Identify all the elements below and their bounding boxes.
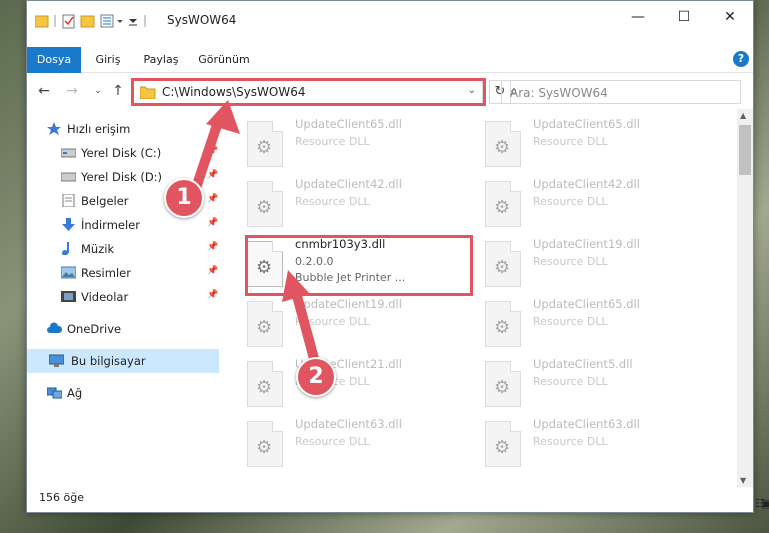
gear-icon: ⚙ xyxy=(494,317,511,338)
file-item[interactable]: ⚙ UpdateClient42.dll Resource DLL xyxy=(247,177,467,235)
back-button[interactable]: ← xyxy=(35,81,53,101)
pin-icon[interactable]: 📌 xyxy=(207,266,218,276)
star-icon xyxy=(47,122,61,135)
gear-icon: ⚙ xyxy=(494,137,511,158)
ribbon: Dosya Giriş Paylaş Görünüm ? xyxy=(27,47,753,73)
gear-icon: ⚙ xyxy=(256,317,273,338)
dll-file-icon: ⚙ xyxy=(485,361,521,407)
gear-icon: ⚙ xyxy=(256,257,273,278)
gear-icon: ⚙ xyxy=(256,137,273,158)
dll-file-icon: ⚙ xyxy=(485,121,521,167)
help-button[interactable]: ? xyxy=(733,51,749,67)
pictures-icon xyxy=(61,266,76,279)
sidebar-item-quick-access[interactable]: Hızlı erişim xyxy=(47,117,217,141)
step-badge-1: 1 xyxy=(164,178,204,218)
tab-home[interactable]: Giriş xyxy=(85,47,131,73)
search-icon: ⌕ xyxy=(510,84,518,99)
dll-file-icon: ⚙ xyxy=(247,241,283,287)
minimize-button[interactable]: — xyxy=(615,1,661,33)
dll-file-icon: ⚙ xyxy=(247,181,283,227)
drive-icon xyxy=(61,172,76,182)
pin-icon[interactable]: 📌 xyxy=(207,290,218,300)
up-button[interactable]: ↑ xyxy=(109,81,127,101)
pin-icon[interactable]: 📌 xyxy=(207,146,218,156)
item-count: 156 öğe xyxy=(39,491,84,504)
file-item-highlighted[interactable]: ⚙ cnmbr103y3.dll 0.2.0.0 Bubble Jet Prin… xyxy=(247,237,467,295)
sidebar-item-pictures[interactable]: Resimler xyxy=(61,261,211,285)
dll-file-icon: ⚙ xyxy=(247,421,283,467)
file-list: ⚙ UpdateClient65.dll Resource DLL ⚙ Upda… xyxy=(223,109,735,481)
quick-access-toolbar[interactable] xyxy=(35,13,155,29)
network-icon xyxy=(47,387,62,399)
close-button[interactable]: ✕ xyxy=(707,1,753,33)
pin-icon[interactable]: 📌 xyxy=(207,194,218,204)
file-item[interactable]: ⚙ UpdateClient65.dll Resource DLL xyxy=(247,117,467,175)
music-icon xyxy=(62,242,69,255)
gear-icon: ⚙ xyxy=(494,197,511,218)
dll-file-icon: ⚙ xyxy=(485,241,521,287)
gear-icon: ⚙ xyxy=(256,197,273,218)
maximize-button[interactable]: ☐ xyxy=(661,1,707,33)
computer-icon xyxy=(49,354,64,367)
chevron-down-icon[interactable]: ⌄ xyxy=(468,85,476,96)
scroll-down-icon[interactable]: ▼ xyxy=(740,476,746,485)
file-item[interactable]: ⚙ UpdateClient65.dll Resource DLL xyxy=(485,117,705,175)
gear-icon: ⚙ xyxy=(256,377,273,398)
gear-icon: ⚙ xyxy=(256,437,273,458)
dll-file-icon: ⚙ xyxy=(485,421,521,467)
videos-icon xyxy=(61,291,76,302)
folder-icon xyxy=(140,86,156,99)
title-bar: SysWOW64 — ☐ ✕ xyxy=(27,1,753,37)
large-icons-view-icon[interactable]: ▣ xyxy=(761,497,769,510)
sidebar-item-this-pc[interactable]: Bu bilgisayar xyxy=(27,349,219,373)
file-item[interactable]: ⚙ UpdateClient19.dll Resource DLL xyxy=(247,297,467,355)
sidebar-item-music[interactable]: Müzik xyxy=(61,237,211,261)
gear-icon: ⚙ xyxy=(494,377,511,398)
pin-icon[interactable]: 📌 xyxy=(207,242,218,252)
window-title: SysWOW64 xyxy=(167,13,237,27)
dll-file-icon: ⚙ xyxy=(247,121,283,167)
sidebar-item-videos[interactable]: Videolar xyxy=(61,285,211,309)
file-item[interactable]: ⚙ UpdateClient21.dll Resource DLL xyxy=(247,357,467,415)
tab-file[interactable]: Dosya xyxy=(27,47,81,73)
file-item[interactable]: ⚙ UpdateClient63.dll Resource DLL xyxy=(247,417,467,475)
explorer-window: SysWOW64 — ☐ ✕ Dosya Giriş Paylaş Görünü… xyxy=(26,0,769,513)
pin-icon[interactable]: 📌 xyxy=(207,170,218,180)
sidebar-item-onedrive[interactable]: OneDrive xyxy=(47,317,217,341)
vertical-scrollbar[interactable]: ▲ ▼ xyxy=(737,109,753,487)
tab-share[interactable]: Paylaş xyxy=(135,47,187,73)
file-item[interactable]: ⚙ UpdateClient65.dll Resource DLL xyxy=(485,297,705,355)
search-input[interactable]: Ara: SysWOW64 ⌕ xyxy=(501,80,741,104)
file-item[interactable]: ⚙ UpdateClient19.dll Resource DLL xyxy=(485,237,705,295)
file-item[interactable]: ⚙ UpdateClient5.dll Resource DLL xyxy=(485,357,705,415)
gear-icon: ⚙ xyxy=(494,437,511,458)
documents-icon xyxy=(62,194,75,207)
drive-icon xyxy=(61,148,76,158)
file-item[interactable]: ⚙ UpdateClient63.dll Resource DLL xyxy=(485,417,705,475)
dll-file-icon: ⚙ xyxy=(247,361,283,407)
recent-dropdown-button[interactable]: ⌄ xyxy=(89,81,107,101)
sidebar-item-network[interactable]: Ağ xyxy=(47,381,217,405)
step-badge-2: 2 xyxy=(296,357,336,397)
forward-button[interactable]: → xyxy=(63,81,81,101)
dll-file-icon: ⚙ xyxy=(485,181,521,227)
dll-file-icon: ⚙ xyxy=(485,301,521,347)
address-bar[interactable]: C:\Windows\SysWOW64 ⌄ xyxy=(133,80,483,104)
tab-view[interactable]: Görünüm xyxy=(193,47,255,73)
file-item[interactable]: ⚙ UpdateClient42.dll Resource DLL xyxy=(485,177,705,235)
gear-icon: ⚙ xyxy=(494,257,511,278)
scroll-up-icon[interactable]: ▲ xyxy=(740,111,746,120)
navigation-bar: ← → ⌄ ↑ C:\Windows\SysWOW64 ⌄ ↻ Ara: Sys… xyxy=(27,77,753,106)
download-icon xyxy=(62,218,75,231)
scrollbar-thumb[interactable] xyxy=(739,125,751,175)
status-bar: 156 öğe ☷ ▣ xyxy=(27,485,769,513)
sidebar-item-local-disk-c[interactable]: Yerel Disk (C:) xyxy=(61,141,211,165)
pin-icon[interactable]: 📌 xyxy=(207,218,218,228)
dll-file-icon: ⚙ xyxy=(247,301,283,347)
address-path: C:\Windows\SysWOW64 xyxy=(162,85,306,99)
navigation-pane: Hızlı erişim Yerel Disk (C:) Yerel Disk … xyxy=(27,113,219,483)
cloud-icon xyxy=(47,322,62,333)
